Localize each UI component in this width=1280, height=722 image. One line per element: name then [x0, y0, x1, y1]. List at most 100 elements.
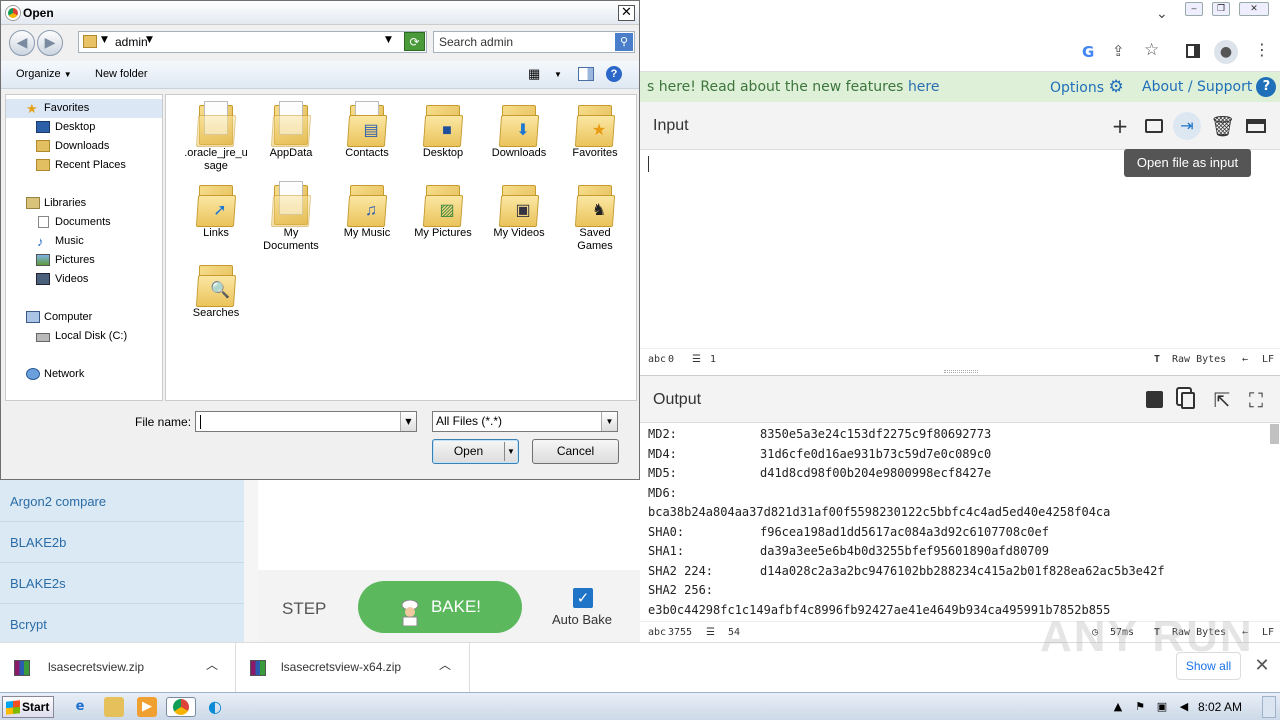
history-dropdown-icon[interactable]: ▼: [385, 35, 392, 45]
organize-menu[interactable]: Organize ▼: [16, 68, 72, 80]
copy-icon[interactable]: [1176, 388, 1200, 412]
download-item[interactable]: lsasecretsview-x64.zip ︿: [236, 643, 470, 693]
nav-downloads[interactable]: Downloads: [6, 137, 109, 156]
input-textarea[interactable]: [640, 150, 1280, 348]
download-item[interactable]: lsasecretsview.zip ︿: [0, 643, 236, 693]
operation-item[interactable]: Bcrypt: [0, 605, 244, 645]
clock[interactable]: 8:02 AM: [1198, 700, 1242, 714]
nav-libraries[interactable]: Libraries: [6, 194, 86, 213]
folder-item[interactable]: My Documents: [256, 181, 326, 253]
media-player-icon[interactable]: ▶: [137, 697, 157, 717]
network-icon[interactable]: ▣: [1152, 697, 1172, 717]
file-type-select[interactable]: All Files (*.*) ▼: [432, 411, 618, 432]
folder-item[interactable]: 🔍 Searches: [181, 261, 251, 320]
view-options-icon[interactable]: ▦: [528, 66, 540, 82]
chevron-down-icon[interactable]: ▼: [601, 412, 617, 431]
search-input[interactable]: Search admin ⚲: [433, 31, 635, 53]
operation-item[interactable]: BLAKE2b: [0, 523, 244, 563]
nav-local-disk[interactable]: Local Disk (C:): [6, 327, 127, 346]
tray-arrow-icon[interactable]: ▲: [1108, 697, 1128, 717]
bookmark-star-icon[interactable]: ☆: [1144, 40, 1159, 60]
nav-favorites[interactable]: ★ Favorites: [6, 99, 162, 118]
nav-desktop[interactable]: Desktop: [6, 118, 95, 137]
folder-item[interactable]: ▤ Contacts: [332, 101, 402, 160]
input-newline[interactable]: LF: [1262, 354, 1274, 365]
edge-icon[interactable]: ◐: [205, 697, 225, 717]
show-desktop-button[interactable]: [1262, 696, 1276, 718]
folder-item[interactable]: ▨ My Pictures: [408, 181, 478, 240]
nav-music[interactable]: ♪ Music: [6, 232, 84, 251]
save-icon[interactable]: [1142, 388, 1166, 412]
close-icon[interactable]: ✕: [1253, 655, 1271, 677]
chevron-down-icon[interactable]: ▼: [101, 35, 108, 45]
forward-arrow-icon[interactable]: ▶: [37, 30, 63, 56]
replace-input-icon[interactable]: ⇱: [1210, 388, 1234, 412]
open-folder-icon[interactable]: [1142, 114, 1166, 138]
dialog-titlebar[interactable]: Open ✕: [1, 1, 639, 25]
chevron-down-icon[interactable]: ▼: [400, 412, 416, 431]
explorer-folder-icon[interactable]: [104, 697, 124, 717]
nav-pictures[interactable]: Pictures: [6, 251, 95, 270]
close-window-button[interactable]: ✕: [1239, 2, 1269, 16]
output-newline[interactable]: LF: [1262, 627, 1274, 638]
maximize-output-icon[interactable]: ⛶: [1244, 388, 1268, 412]
back-arrow-icon[interactable]: ◀: [9, 30, 35, 56]
nav-computer[interactable]: Computer: [6, 308, 92, 327]
chevron-down-icon[interactable]: ▼: [507, 440, 515, 463]
open-file-as-input-icon[interactable]: ⇥: [1173, 112, 1201, 140]
about-support-link[interactable]: About / Support?: [1142, 72, 1277, 102]
chevron-up-icon[interactable]: ︿: [439, 656, 451, 673]
folder-item[interactable]: ➚ Links: [181, 181, 251, 240]
menu-kebab-icon[interactable]: ⋮: [1254, 40, 1270, 59]
tab-list-chevron-icon[interactable]: ⌄: [1156, 6, 1168, 22]
options-link[interactable]: Options ⚙: [1050, 72, 1124, 102]
folder-item[interactable]: ♫ My Music: [332, 181, 402, 240]
chevron-down-icon[interactable]: ▼: [554, 70, 562, 79]
flag-icon[interactable]: ⚑: [1130, 697, 1150, 717]
volume-icon[interactable]: ◀: [1174, 697, 1194, 717]
internet-explorer-icon[interactable]: e: [70, 697, 90, 717]
nav-recent-places[interactable]: Recent Places: [6, 156, 126, 175]
step-button[interactable]: STEP: [282, 599, 326, 619]
operation-item[interactable]: Argon2 compare: [0, 482, 244, 522]
chevron-down-icon[interactable]: ▼: [146, 35, 153, 45]
share-icon[interactable]: ⇪: [1112, 42, 1125, 60]
nav-documents[interactable]: Documents: [6, 213, 111, 232]
folder-item[interactable]: AppData: [256, 101, 326, 160]
recipe-area[interactable]: [258, 480, 640, 570]
profile-avatar-icon[interactable]: ●: [1214, 40, 1238, 64]
breadcrumb-segment[interactable]: admin: [115, 35, 148, 49]
cancel-button[interactable]: Cancel: [532, 439, 619, 464]
help-icon[interactable]: ?: [606, 66, 622, 82]
new-folder-button[interactable]: New folder: [95, 68, 148, 80]
path-breadcrumb[interactable]: ▼ admin ▼ ▼: [78, 31, 427, 53]
layout-icon[interactable]: [1244, 114, 1268, 138]
trash-icon[interactable]: 🗑: [1210, 114, 1235, 138]
input-raw-bytes[interactable]: Raw Bytes: [1172, 354, 1226, 365]
bake-button[interactable]: BAKE!: [358, 581, 522, 633]
maximize-button[interactable]: ❐: [1212, 2, 1230, 16]
refresh-icon[interactable]: ⟳: [404, 32, 425, 51]
nav-videos[interactable]: Videos: [6, 270, 88, 289]
folder-item[interactable]: ▣ My Videos: [484, 181, 554, 240]
close-dialog-button[interactable]: ✕: [618, 5, 635, 21]
panel-divider-handle[interactable]: [944, 370, 978, 373]
start-button[interactable]: Start: [2, 696, 54, 718]
banner-link[interactable]: here: [908, 79, 940, 95]
minimize-button[interactable]: ‒: [1185, 2, 1203, 16]
auto-bake-checkbox[interactable]: ✓: [573, 588, 593, 608]
side-panel-icon[interactable]: [1186, 44, 1200, 58]
folder-item[interactable]: ⬇ Downloads: [484, 101, 554, 160]
nav-network[interactable]: Network: [6, 365, 84, 384]
output-scrollbar[interactable]: [1270, 424, 1279, 444]
folder-item[interactable]: ■ Desktop: [408, 101, 478, 160]
search-icon[interactable]: ⚲: [615, 33, 633, 51]
operation-item[interactable]: BLAKE2s: [0, 564, 244, 604]
google-icon[interactable]: G: [1082, 43, 1094, 61]
chrome-taskbar-icon[interactable]: [166, 697, 196, 717]
folder-item[interactable]: ♞ Saved Games: [560, 181, 630, 253]
chevron-up-icon[interactable]: ︿: [206, 656, 218, 673]
open-button[interactable]: Open ▼: [432, 439, 519, 464]
folder-item[interactable]: .oracle_jre_u sage: [181, 101, 251, 173]
output-text[interactable]: MD2: 8350e5a3e24c153df2275c9f80692773 MD4:…: [640, 423, 1280, 621]
